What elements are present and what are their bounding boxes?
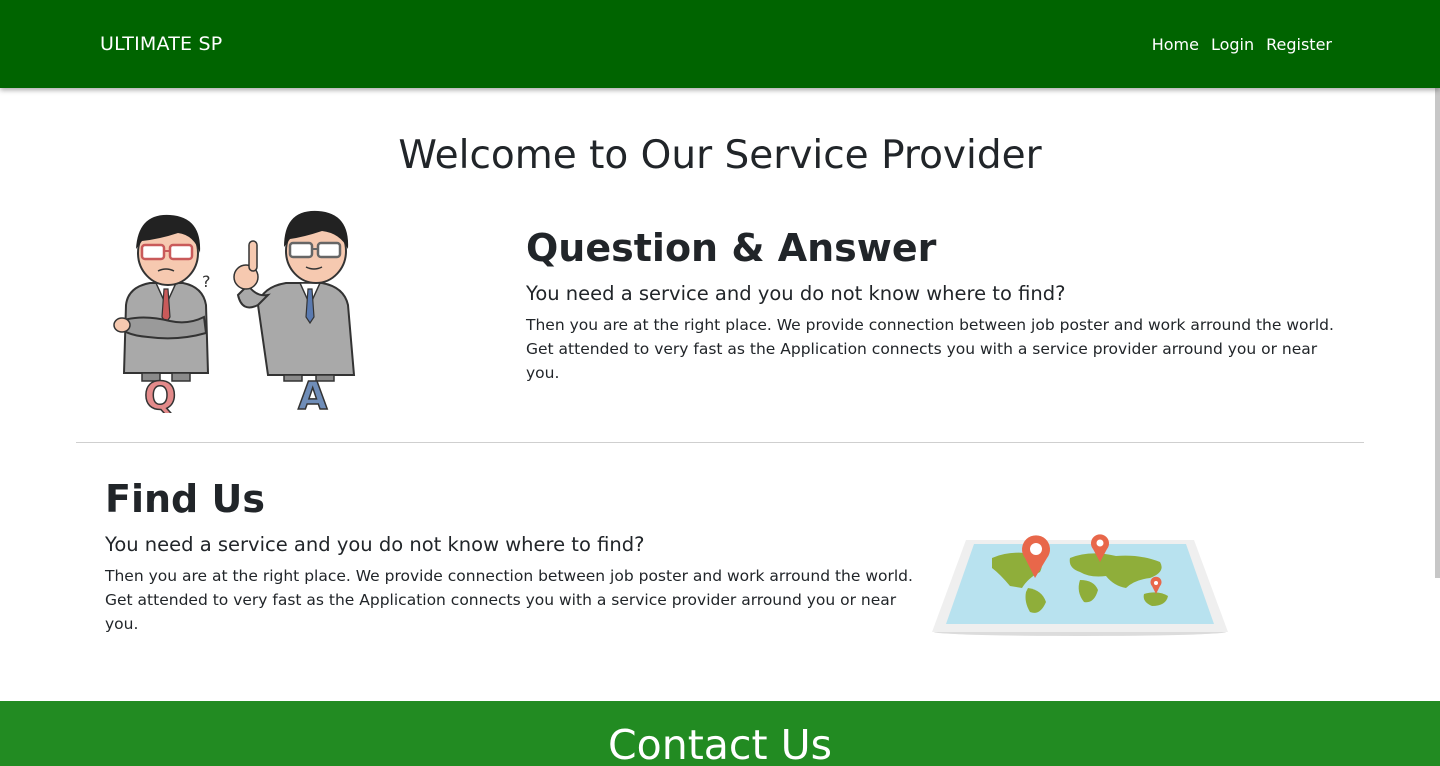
qa-section-body-line1: Then you are at the right place. We prov…	[526, 316, 1334, 334]
qa-illustration-icon: ? Q A	[113, 210, 356, 413]
footer: Contact Us	[0, 701, 1440, 766]
section-divider	[76, 442, 1364, 443]
contact-us-title: Contact Us	[608, 721, 832, 766]
world-map-pin-icon	[932, 534, 1228, 636]
qa-section-body-line3: you.	[526, 364, 560, 382]
qa-section-body-line2: Get attended to very fast as the Applica…	[526, 340, 1318, 358]
nav-home-link[interactable]: Home	[1152, 35, 1199, 54]
findus-section-body-line2: Get attended to very fast as the Applica…	[105, 591, 897, 609]
navbar: ULTIMATE SP Home Login Register	[0, 0, 1440, 88]
findus-section-subtitle: You need a service and you do not know w…	[105, 533, 645, 556]
nav-register-link[interactable]: Register	[1266, 35, 1332, 54]
svg-text:A: A	[298, 374, 328, 413]
page-title: Welcome to Our Service Provider	[398, 133, 1042, 178]
nav-login-link[interactable]: Login	[1211, 35, 1254, 54]
brand-logo-text[interactable]: ULTIMATE SP	[100, 33, 222, 55]
qa-section-subtitle: You need a service and you do not know w…	[526, 282, 1066, 305]
findus-section-title: Find Us	[105, 477, 265, 521]
svg-text:Q: Q	[144, 374, 176, 413]
findus-section-body-line1: Then you are at the right place. We prov…	[105, 567, 913, 585]
svg-text:?: ?	[202, 272, 211, 291]
findus-section-body-line3: you.	[105, 615, 139, 633]
qa-section-title: Question & Answer	[526, 226, 937, 270]
nav-links: Home Login Register	[1152, 35, 1332, 54]
